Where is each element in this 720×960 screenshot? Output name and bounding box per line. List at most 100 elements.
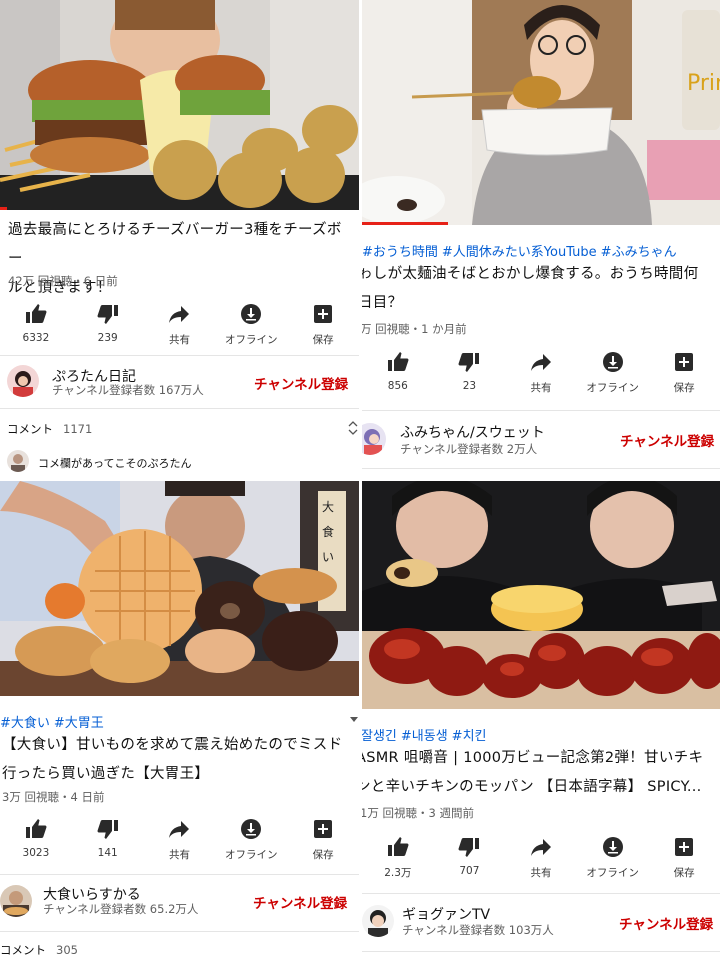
video-view-meta: 1万 回視聴・3 週間前 (362, 806, 474, 820)
column-divider (359, 0, 362, 960)
offline-button[interactable]: オフライン (215, 298, 287, 358)
thumbs-down-icon (458, 838, 480, 857)
video-thumbnail[interactable]: 大 食 い (0, 481, 359, 696)
svg-text:食: 食 (322, 524, 334, 539)
hashtag-link[interactable]: #大食い (0, 716, 50, 731)
hashtag-link[interactable]: #人間休みたい系YouTube (442, 245, 597, 260)
comments-header[interactable]: コメント 305 (0, 942, 78, 958)
save-button[interactable]: 保存 (287, 813, 359, 873)
video-title[interactable]: 過去最高にとろけるチーズバーガー3種をチーズボー ルと頂きます！ (8, 216, 353, 303)
video-view-meta: 42万 回視聴・6 日前 (8, 274, 118, 288)
hashtag-link[interactable]: #ふみちゃん (601, 245, 677, 260)
offline-button[interactable]: オフライン (215, 813, 287, 873)
thumbs-down-icon (458, 353, 480, 372)
share-button[interactable]: 共有 (505, 346, 577, 406)
video-panel-bottom-right: 잘생긴 #내동생 #치킨 ASMR 咀嚼音 | 1000万ビュー記念第2弾！甘いチキ… (362, 481, 720, 960)
video-thumbnail[interactable] (362, 481, 720, 709)
video-title-line: 行ったら買い過ぎた【大胃王】 (2, 766, 210, 782)
subscribe-button[interactable]: チャンネル登録 (620, 430, 714, 450)
save-button[interactable]: 保存 (648, 346, 720, 406)
dislike-count: 23 (462, 380, 477, 392)
like-button[interactable]: 856 (362, 346, 434, 406)
share-label: 共有 (168, 334, 190, 346)
like-button[interactable]: 2.3万 (362, 831, 434, 891)
video-title[interactable]: 【大食い】甘いものを求めて震え始めたのでミスド 行ったら買い過ぎた【大胃王】 (2, 731, 359, 789)
channel-subscriber-count: チャンネル登録者数 2万人 (400, 442, 538, 456)
share-label: 共有 (168, 849, 190, 861)
channel-row[interactable]: ぷろたん日記 チャンネル登録者数 167万人 チャンネル登録 (0, 357, 359, 409)
divider (0, 355, 359, 356)
hashtag-link[interactable]: #おうち時間 (362, 245, 438, 260)
video-title-line: ASMR 咀嚼音 | 1000万ビュー記念第2弾！甘いチキ (362, 750, 704, 766)
top-comment-text: コメ欄があってこそのぷろたん (38, 457, 192, 470)
share-arrow-icon (530, 839, 551, 856)
video-panel-top-right: Prin #おうち時間 #人間休みたい系YouTube #ふみちゃん ゎしが太麺油そ… (362, 0, 720, 480)
save-label: 保存 (312, 849, 334, 861)
hashtag-row: #大食い #大胃王 (0, 712, 108, 731)
save-label: 保存 (312, 334, 334, 346)
dislike-button[interactable]: 707 (434, 831, 506, 891)
hashtag-link[interactable]: #내동생 (401, 729, 448, 744)
dislike-count: 239 (97, 332, 118, 344)
offline-label: オフライン (225, 334, 278, 346)
video-thumbnail[interactable]: Prin (362, 0, 720, 225)
channel-avatar (362, 423, 386, 455)
channel-row[interactable]: ふみちゃん/スウェット チャンネル登録者数 2万人 チャンネル登録 (362, 413, 720, 465)
hashtag-row: #おうち時間 #人間休みたい系YouTube #ふみちゃん (362, 241, 681, 260)
dislike-button[interactable]: 239 (72, 298, 144, 358)
video-view-meta: 3万 回視聴・4 日前 (2, 790, 105, 804)
thumbnail-image-noodles: Prin (362, 0, 720, 225)
collapse-caret-icon[interactable] (350, 717, 358, 722)
channel-row[interactable]: ギョグァンTV チャンネル登録者数 103万人 チャンネル登録 (362, 895, 720, 947)
video-title-line: ゎしが太麺油そばとおかし爆食する。おうち時間何 (362, 266, 699, 282)
channel-row[interactable]: 大食いらすかる チャンネル登録者数 65.2万人 チャンネル登録 (0, 877, 359, 929)
dislike-button[interactable]: 23 (434, 346, 506, 406)
comments-header[interactable]: コメント 1171 (7, 421, 92, 437)
comments-label: コメント (0, 943, 46, 957)
subscribe-button[interactable]: チャンネル登録 (619, 913, 713, 933)
share-button[interactable]: 共有 (505, 831, 577, 891)
share-button[interactable]: 共有 (144, 813, 216, 873)
playlist-add-icon (675, 838, 694, 856)
divider (362, 468, 720, 469)
hashtag-link[interactable]: #大胃王 (54, 716, 104, 731)
subscribe-button[interactable]: チャンネル登録 (254, 373, 348, 393)
share-arrow-icon (169, 821, 190, 838)
playlist-add-icon (314, 305, 333, 323)
offline-label: オフライン (586, 867, 639, 879)
save-button[interactable]: 保存 (648, 831, 720, 891)
divider (0, 874, 359, 875)
thumbs-down-icon (97, 820, 118, 839)
channel-name: ふみちゃん/スウェット (400, 425, 545, 441)
playlist-add-icon (314, 820, 333, 838)
video-title-line: 過去最高にとろけるチーズバーガー3種をチーズボー (8, 222, 342, 267)
hashtag-link[interactable]: #치킨 (452, 729, 487, 744)
video-title[interactable]: ゎしが太麺油そばとおかし爆食する。おうち時間何 日目？ (362, 260, 718, 318)
save-button[interactable]: 保存 (287, 298, 359, 358)
thumbs-up-icon (387, 352, 409, 371)
like-count: 856 (387, 380, 408, 392)
like-count: 3023 (22, 847, 50, 859)
expand-collapse-icon[interactable] (348, 421, 358, 435)
hashtag-link[interactable]: 잘생긴 (362, 729, 397, 744)
like-button[interactable]: 3023 (0, 813, 72, 873)
video-panel-bottom-left: 大 食 い #大食い #大胃王 【大食い】甘いものを求めて震え始めたのでミスド … (0, 481, 359, 960)
download-circle-icon (241, 304, 262, 324)
offline-button[interactable]: オフライン (577, 831, 649, 891)
dislike-button[interactable]: 141 (72, 813, 144, 873)
playlist-add-icon (675, 353, 694, 371)
share-button[interactable]: 共有 (144, 298, 216, 358)
channel-subscriber-count: チャンネル登録者数 103万人 (402, 923, 554, 937)
offline-button[interactable]: オフライン (577, 346, 649, 406)
dislike-count: 141 (97, 847, 118, 859)
video-title-line: 日目？ (362, 295, 403, 311)
like-button[interactable]: 6332 (0, 298, 72, 358)
video-title-line: 【大食い】甘いものを求めて震え始めたのでミスド (2, 737, 343, 753)
video-thumbnail[interactable] (0, 0, 359, 210)
watch-progress-bar (362, 222, 448, 225)
video-title[interactable]: ASMR 咀嚼音 | 1000万ビュー記念第2弾！甘いチキ ンと辛いチキンのモッ… (362, 744, 720, 802)
divider (362, 893, 720, 894)
comments-count: 1171 (63, 422, 93, 436)
channel-avatar (362, 905, 394, 937)
subscribe-button[interactable]: チャンネル登録 (253, 892, 347, 912)
